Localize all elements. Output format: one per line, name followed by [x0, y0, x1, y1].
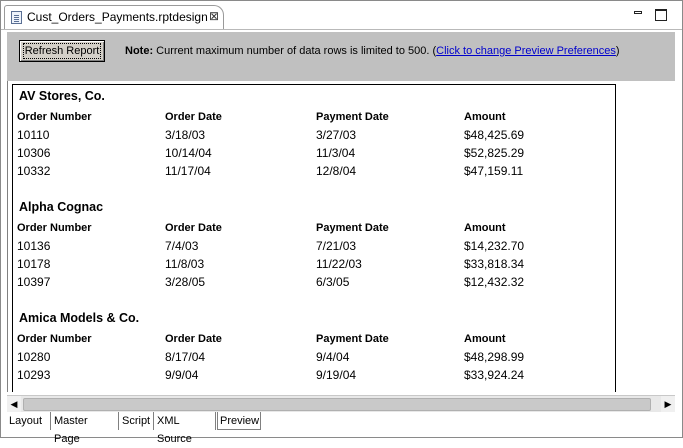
table-cell: 11/3/04	[316, 146, 356, 160]
table-cell: $33,924.24	[464, 368, 525, 382]
customer-name: Alpha Cognac	[19, 200, 104, 214]
editor-page-tabs: Layout Master Page Script XML Source Preview	[7, 412, 675, 445]
column-header: Order Number	[17, 333, 92, 345]
table-cell: 3/18/03	[165, 128, 206, 142]
editor-tab-strip: Cust_Orders_Payments.rptdesign ⊠	[1, 1, 682, 30]
column-header: Order Number	[17, 111, 92, 123]
minimize-icon[interactable]	[633, 9, 645, 21]
table-cell: $48,425.69	[464, 128, 525, 142]
scroll-left-icon[interactable]: ◀	[7, 396, 21, 412]
table-cell: 10/14/04	[165, 146, 212, 160]
customer-name: AV Stores, Co.	[19, 89, 105, 103]
preview-preferences-link[interactable]: Click to change Preview Preferences	[436, 45, 616, 57]
table-cell: $14,232.70	[464, 239, 525, 253]
refresh-report-label: Refresh Report	[22, 43, 102, 59]
column-header: Order Date	[165, 333, 222, 345]
tab-master-page[interactable]: Master Page	[52, 412, 119, 445]
horizontal-scrollbar[interactable]: ◀ ▶	[7, 395, 675, 412]
report-body: AV Stores, Co. Order Number Order Date Paym…	[12, 84, 616, 392]
column-header: Payment Date	[316, 111, 389, 123]
tab-script[interactable]: Script	[120, 412, 154, 430]
table-cell: 10332	[17, 164, 51, 178]
table-cell: 10136	[17, 239, 51, 253]
table-cell: 9/9/04	[165, 368, 199, 382]
editor-tab-title: Cust_Orders_Payments.rptdesign	[27, 10, 208, 24]
column-header: Payment Date	[316, 333, 389, 345]
table-cell: 9/4/04	[316, 350, 350, 364]
column-header: Order Number	[17, 222, 92, 234]
editor-tab[interactable]: Cust_Orders_Payments.rptdesign ⊠	[4, 5, 224, 29]
note-end: )	[615, 45, 620, 57]
scroll-right-icon[interactable]: ▶	[661, 396, 675, 412]
refresh-report-button[interactable]: Refresh Report	[19, 40, 105, 62]
scrollbar-thumb[interactable]	[23, 398, 651, 411]
tab-xml-source[interactable]: XML Source	[155, 412, 216, 445]
tab-layout[interactable]: Layout	[7, 412, 51, 430]
tab-preview[interactable]: Preview	[217, 412, 261, 430]
table-cell: 8/17/04	[165, 350, 206, 364]
table-cell: 7/4/03	[165, 239, 199, 253]
table-cell: $48,298.99	[464, 350, 525, 364]
table-cell: 12/8/04	[316, 164, 357, 178]
report-file-icon	[11, 11, 22, 24]
table-cell: $47,159.11	[464, 164, 524, 178]
table-cell: $33,818.34	[464, 257, 525, 271]
report-preview-area[interactable]: AV Stores, Co. Order Number Order Date Paym…	[7, 81, 676, 392]
maximize-icon[interactable]	[655, 9, 667, 21]
customer-name: Amica Models & Co.	[19, 311, 140, 325]
table-cell: 11/22/03	[316, 257, 362, 271]
table-cell: 11/8/03	[165, 257, 205, 271]
close-icon[interactable]: ⊠	[209, 9, 219, 23]
column-header: Amount	[464, 111, 506, 123]
report-editor-window: Cust_Orders_Payments.rptdesign ⊠ Refresh…	[0, 0, 683, 445]
table-cell: $52,825.29	[464, 146, 525, 160]
preview-toolbar: Refresh Report Note: Current maximum num…	[7, 32, 675, 81]
table-cell: 10280	[17, 350, 51, 364]
table-cell: 7/21/03	[316, 239, 357, 253]
table-cell: 10293	[17, 368, 51, 382]
column-header: Order Date	[165, 111, 222, 123]
table-cell: 10178	[17, 257, 51, 271]
table-cell: 3/27/03	[316, 128, 357, 142]
column-header: Amount	[464, 222, 506, 234]
note-label: Note:	[125, 45, 154, 57]
table-cell: 6/3/05	[316, 275, 350, 289]
table-cell: 10397	[17, 275, 51, 289]
column-header: Payment Date	[316, 222, 389, 234]
note-text: Current maximum number of data rows is l…	[153, 45, 437, 57]
table-cell: $12,432.32	[464, 275, 525, 289]
table-cell: 10306	[17, 146, 51, 160]
row-limit-note: Note: Current maximum number of data row…	[125, 45, 620, 57]
table-cell: 10110	[17, 128, 50, 142]
column-header: Amount	[464, 333, 506, 345]
table-cell: 3/28/05	[165, 275, 206, 289]
column-header: Order Date	[165, 222, 222, 234]
table-cell: 11/17/04	[165, 164, 211, 178]
table-cell: 9/19/04	[316, 368, 357, 382]
